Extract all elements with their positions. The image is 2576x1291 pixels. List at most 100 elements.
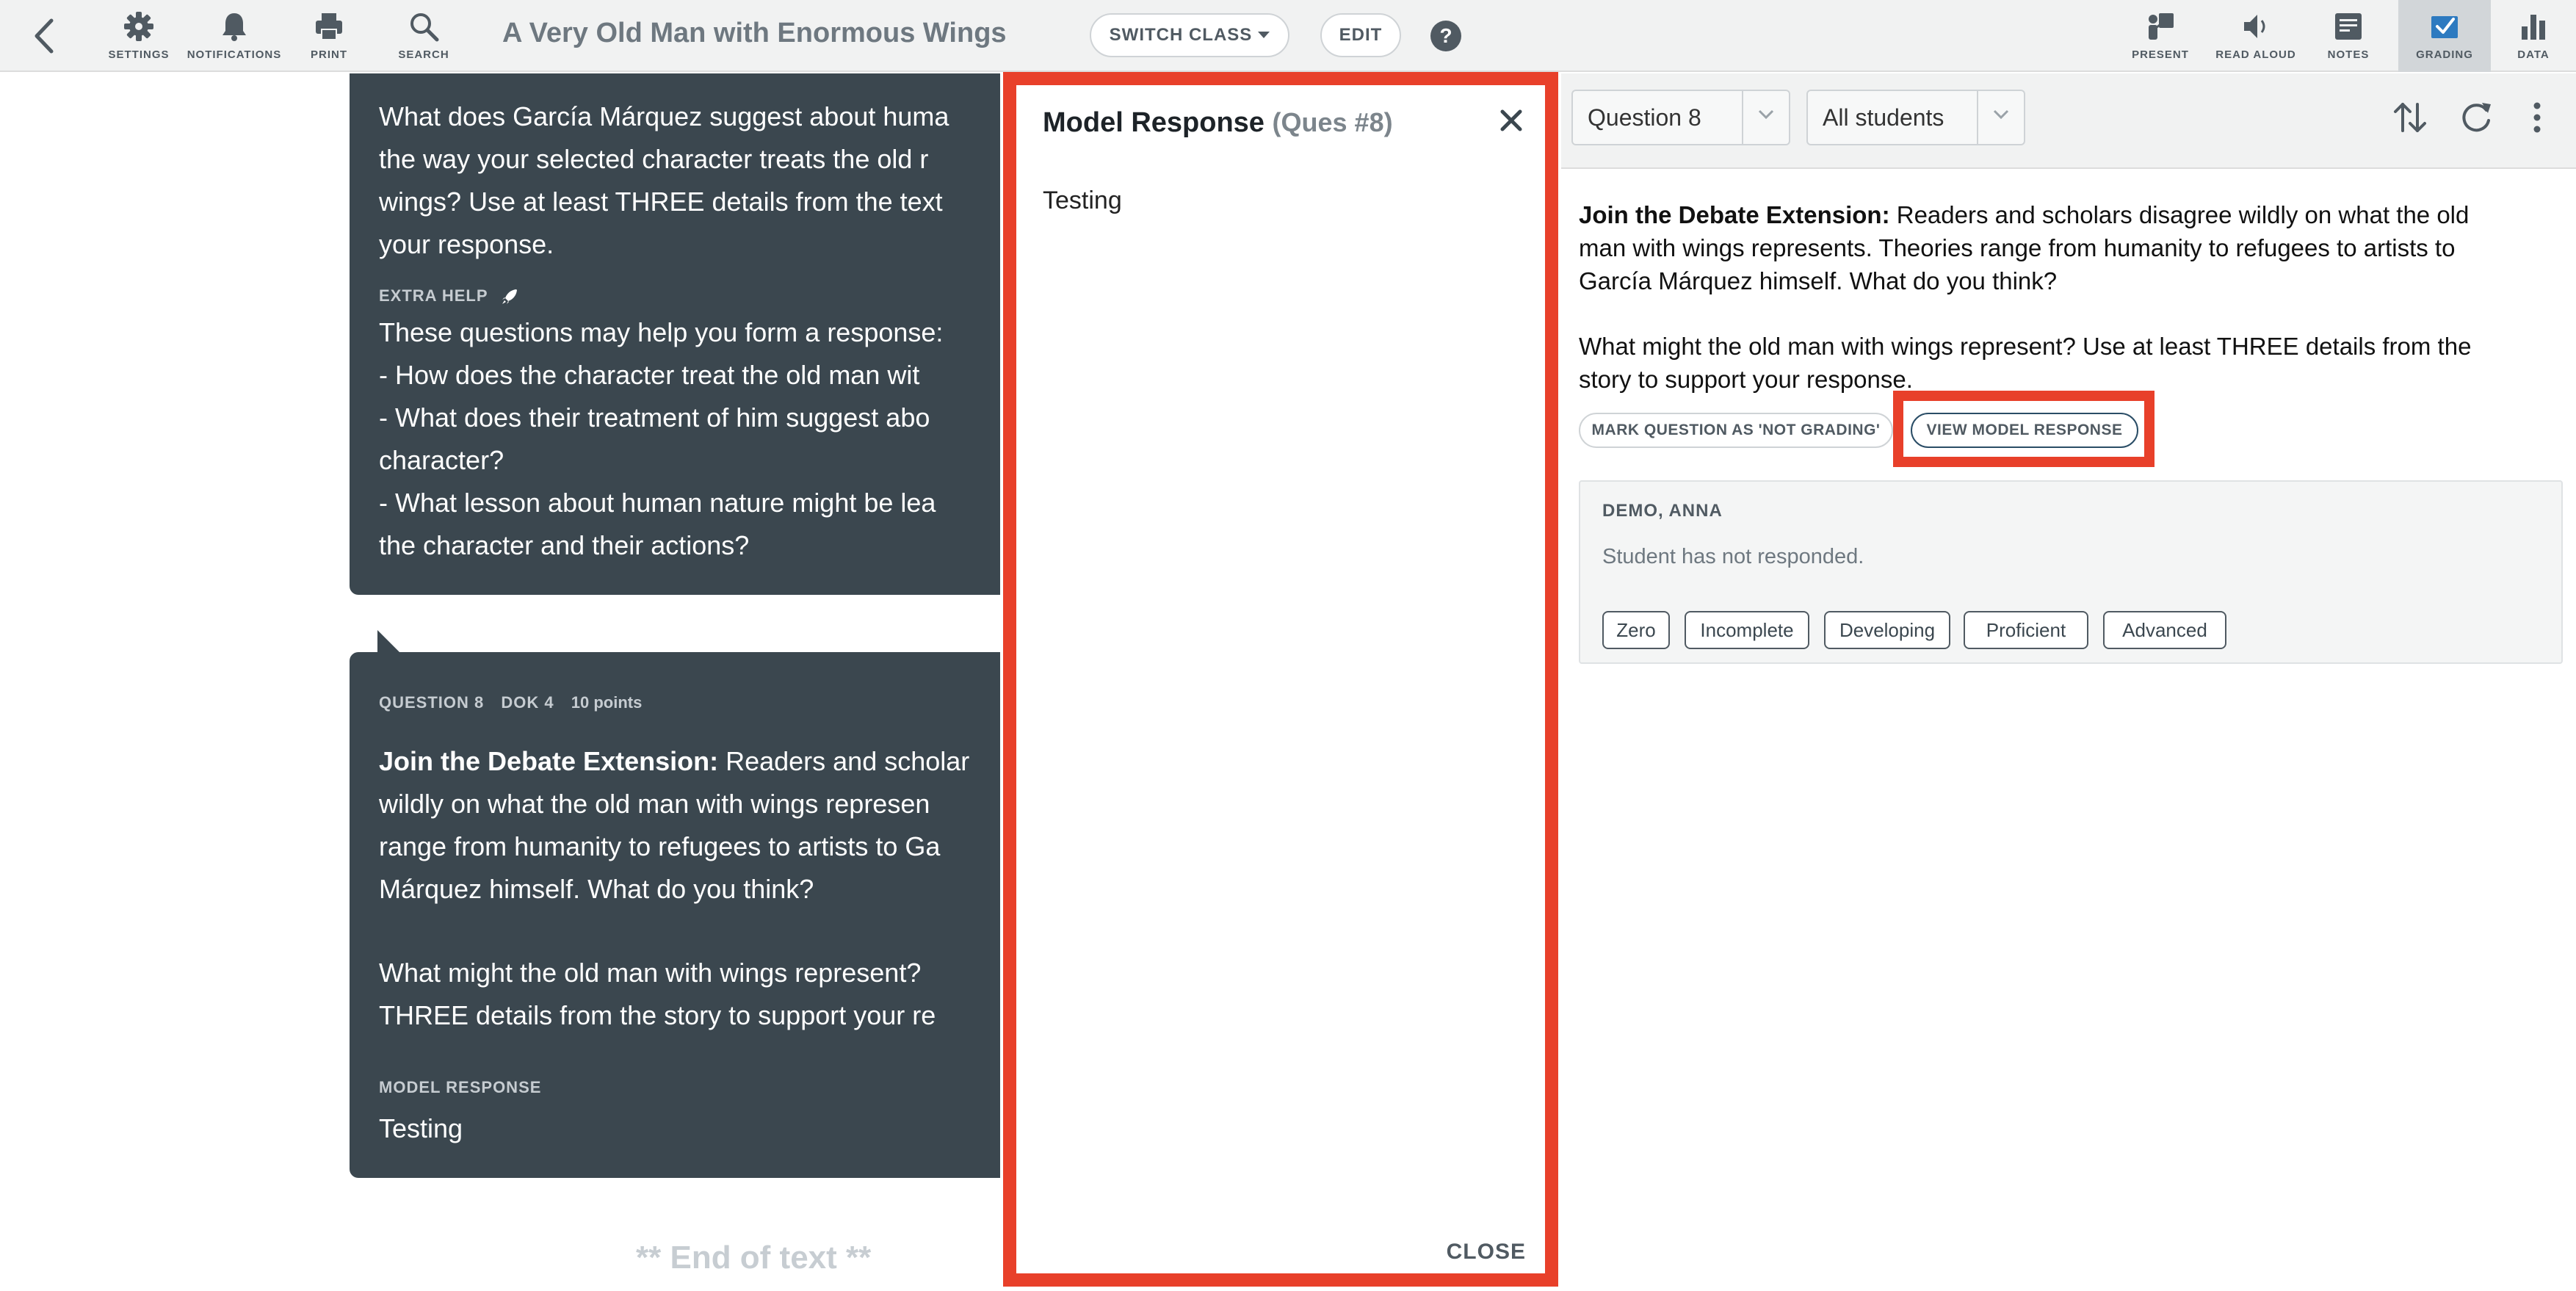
refresh-icon: [2462, 103, 2491, 132]
top-toolbar: SETTINGS NOTIFICATIONS PRINT SEARCH A Ve…: [0, 0, 2576, 72]
question-text-line: What does García Márquez suggest about h…: [379, 101, 949, 131]
grading-panel-header: Question 8 All students: [1561, 73, 2576, 169]
bar-chart-icon: [2522, 15, 2545, 40]
sort-button[interactable]: [2391, 98, 2429, 137]
question-points: 10 points: [571, 693, 643, 712]
more-vertical-icon: [2533, 102, 2541, 133]
data-button[interactable]: DATA: [2491, 6, 2576, 66]
grading-check-icon: [2431, 16, 2458, 38]
panel-question-line: What might the old man with wings repres…: [1579, 333, 2472, 360]
data-label: DATA: [2517, 48, 2550, 61]
present-icon: [2149, 13, 2174, 40]
settings-button[interactable]: SETTINGS: [91, 6, 187, 66]
help-text-line: - How does the character treat the old m…: [379, 360, 920, 390]
grade-zero-button[interactable]: Zero: [1602, 611, 1670, 649]
settings-label: SETTINGS: [108, 48, 170, 61]
notes-icon: [2335, 13, 2362, 40]
question-text-line: THREE details from the story to support …: [379, 1000, 936, 1030]
help-icon[interactable]: ?: [1430, 21, 1461, 51]
question-text-line: wings? Use at least THREE details from t…: [379, 187, 943, 217]
grading-button[interactable]: GRADING: [2398, 0, 2491, 72]
help-text-line: These questions may help you form a resp…: [379, 317, 944, 347]
question-select[interactable]: Question 8: [1571, 90, 1790, 145]
read-aloud-button[interactable]: READ ALOUD: [2207, 6, 2304, 66]
panel-question-line: García Márquez himself. What do you thin…: [1579, 267, 2058, 294]
modal-subtitle: (Ques #8): [1272, 107, 1393, 137]
caret-down-icon: [1258, 32, 1270, 38]
chevron-down-icon: [1977, 91, 2024, 144]
bell-icon: [222, 13, 246, 41]
search-label: SEARCH: [398, 48, 449, 61]
panel-question-bold: Join the Debate Extension:: [1579, 201, 1890, 228]
chevron-down-glyph: [1993, 109, 2009, 120]
help-text-line: - What does their treatment of him sugge…: [379, 402, 930, 433]
panel-question-rest: Readers and scholars disagree wildly on …: [1889, 201, 2470, 228]
question-card-previous: What does García Márquez suggest about h…: [350, 73, 1000, 595]
question-intro-rest: Readers and scholar: [718, 746, 970, 776]
help-text-line: - What lesson about human nature might b…: [379, 488, 936, 518]
question-text-line: Márquez himself. What do you think?: [379, 874, 814, 904]
gear-icon: [124, 12, 153, 41]
print-label: PRINT: [311, 48, 347, 61]
student-name: DEMO, ANNA: [1602, 501, 1723, 521]
question-text-line: Join the Debate Extension: Readers and s…: [379, 740, 1000, 783]
highlight-frame: [1893, 391, 2154, 467]
back-button[interactable]: [29, 16, 59, 56]
switch-class-button[interactable]: SWITCH CLASS: [1090, 13, 1289, 57]
grading-label: GRADING: [2416, 48, 2473, 61]
grade-advanced-button[interactable]: Advanced: [2103, 611, 2226, 649]
extra-help-label: EXTRA HELP: [379, 286, 519, 306]
help-text-line: character?: [379, 445, 504, 475]
question-text-line: What might the old man with wings repres…: [379, 958, 922, 988]
edit-button[interactable]: EDIT: [1320, 13, 1401, 57]
modal-close-button[interactable]: CLOSE: [1447, 1240, 1526, 1265]
question-text-line: range from humanity to refugees to artis…: [379, 831, 941, 861]
close-icon[interactable]: [1497, 106, 1526, 135]
grade-incomplete-button[interactable]: Incomplete: [1685, 611, 1809, 649]
modal-body: Testing: [1043, 187, 1122, 214]
question-text-line: your response.: [379, 229, 554, 259]
search-button[interactable]: SEARCH: [376, 6, 471, 66]
read-aloud-label: READ ALOUD: [2215, 48, 2296, 61]
modal-title: Model Response (Ques #8): [1043, 107, 1393, 139]
rocket-icon: [502, 289, 518, 305]
student-response-card: DEMO, ANNA Student has not responded. Ze…: [1579, 480, 2563, 664]
grade-proficient-button[interactable]: Proficient: [1964, 611, 2088, 649]
modal-title-text: Model Response: [1043, 107, 1265, 138]
chevron-left-icon: [35, 18, 54, 54]
edit-label: EDIT: [1339, 25, 1383, 45]
print-button[interactable]: PRINT: [282, 6, 376, 66]
mark-not-grading-button[interactable]: MARK QUESTION AS 'NOT GRADING': [1579, 413, 1893, 448]
refresh-button[interactable]: [2457, 98, 2495, 137]
model-response-text: Testing: [379, 1113, 463, 1143]
question-number: QUESTION 8: [379, 693, 485, 712]
question-text-line: wildly on what the old man with wings re…: [379, 789, 930, 819]
question-text-line: the way your selected character treats t…: [379, 144, 929, 174]
notifications-label: NOTIFICATIONS: [187, 48, 282, 61]
students-select-value: All students: [1823, 104, 1944, 131]
model-response-modal: Model Response (Ques #8) Testing CLOSE: [1003, 72, 1558, 1287]
present-button[interactable]: PRESENT: [2115, 6, 2206, 66]
x-icon: [1500, 109, 1522, 131]
panel-question-line: man with wings represents. Theories rang…: [1579, 234, 2456, 261]
question-select-value: Question 8: [1588, 104, 1701, 131]
notifications-button[interactable]: NOTIFICATIONS: [187, 6, 282, 66]
printer-icon: [316, 13, 342, 40]
more-options-button[interactable]: [2526, 98, 2548, 137]
extra-help-text: EXTRA HELP: [379, 286, 488, 305]
grade-developing-button[interactable]: Developing: [1824, 611, 1950, 649]
notes-button[interactable]: NOTES: [2306, 6, 2391, 66]
question-intro-bold: Join the Debate Extension:: [379, 746, 719, 776]
students-select[interactable]: All students: [1806, 90, 2025, 145]
dok-level: DOK 4: [501, 693, 554, 712]
present-label: PRESENT: [2132, 48, 2189, 61]
panel-question-line: Join the Debate Extension: Readers and s…: [1579, 198, 2563, 231]
search-icon: [410, 13, 439, 42]
chevron-down-glyph: [1758, 109, 1774, 120]
speaker-icon: [2244, 15, 2265, 38]
end-of-text: ** End of text **: [636, 1240, 872, 1276]
switch-class-label: SWITCH CLASS: [1109, 25, 1253, 45]
chevron-down-icon: [1742, 91, 1789, 144]
question-card-8: QUESTION 8 DOK 4 10 points Join the Deba…: [350, 652, 1000, 1178]
question-meta: QUESTION 8 DOK 4 10 points: [379, 693, 642, 712]
